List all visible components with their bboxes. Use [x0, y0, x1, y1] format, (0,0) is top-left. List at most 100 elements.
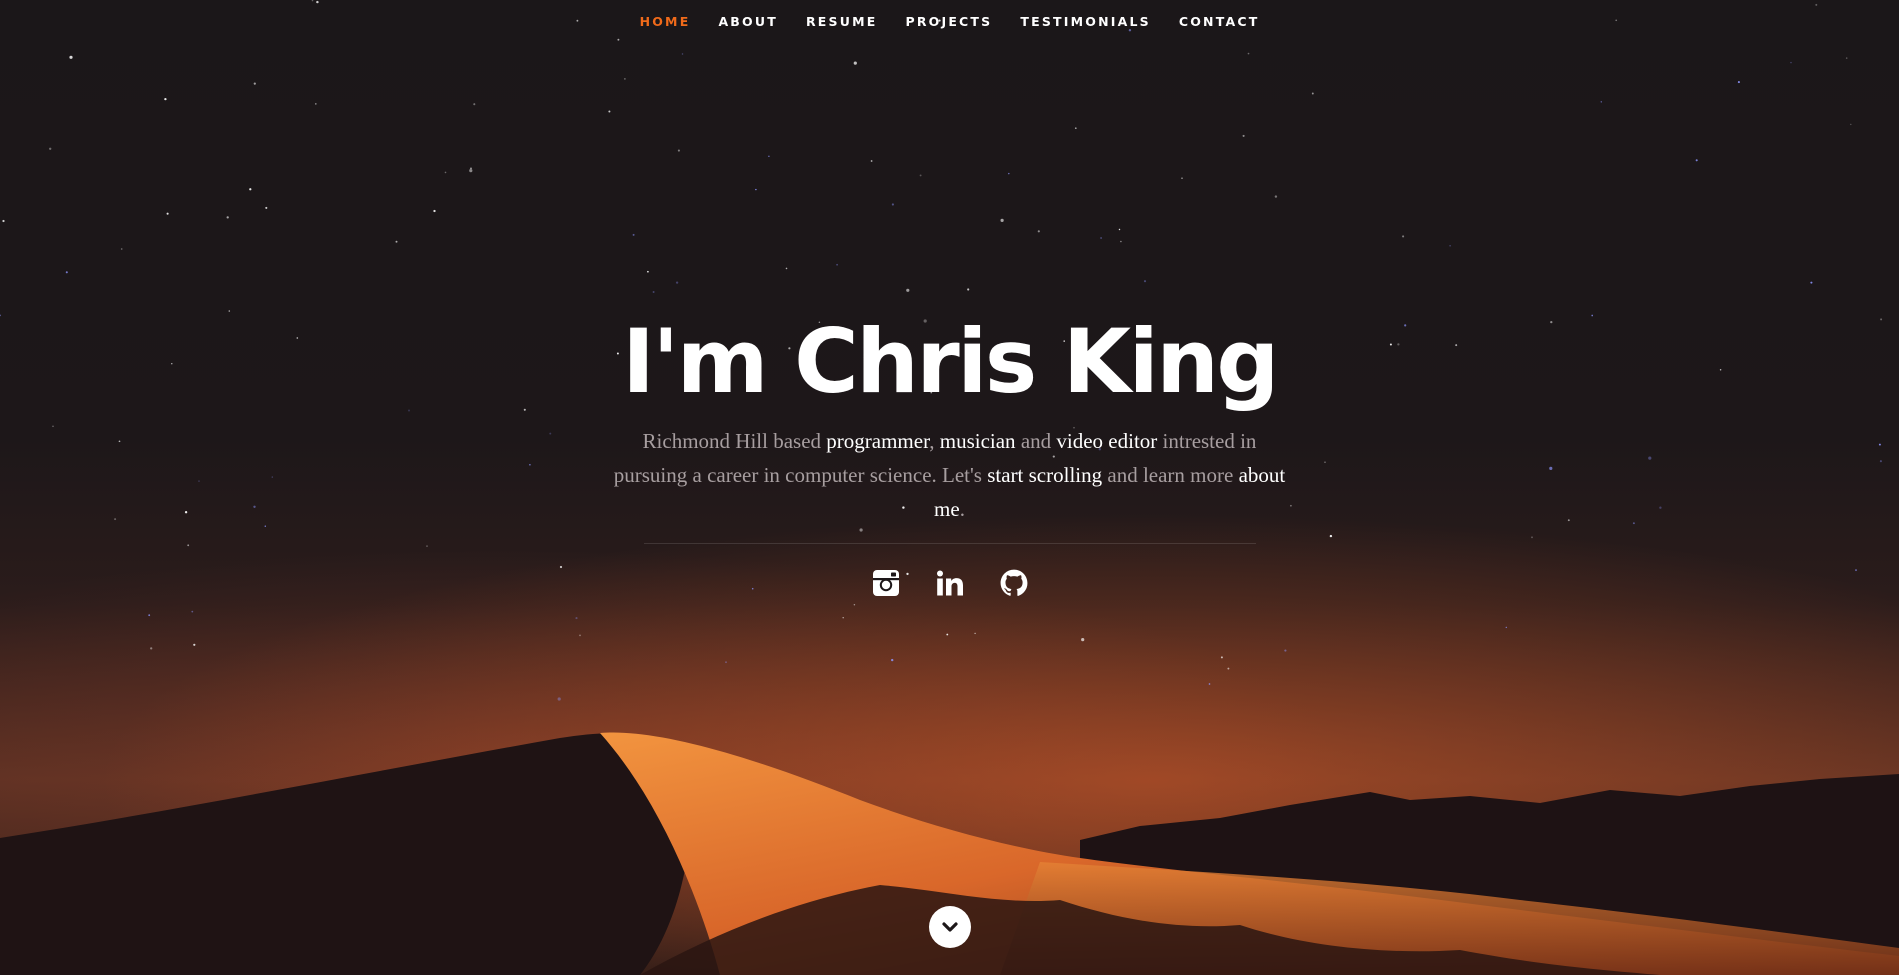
github-link[interactable] [1000, 569, 1028, 597]
star [1208, 683, 1211, 685]
star [1845, 57, 1848, 59]
star [1449, 244, 1451, 247]
tagline-text: and learn more [1102, 463, 1239, 487]
star [1247, 52, 1250, 55]
star [647, 270, 649, 273]
star [1100, 237, 1103, 239]
instagram-link[interactable] [872, 569, 900, 597]
star [191, 610, 194, 613]
tagline-highlight-programmer: programmer [826, 429, 930, 453]
star [470, 167, 472, 170]
social-links [0, 569, 1899, 597]
star [1000, 218, 1004, 222]
star [249, 188, 252, 191]
tagline-text: . [959, 497, 965, 521]
star [608, 110, 611, 113]
star [65, 271, 68, 274]
star [785, 267, 788, 270]
star [226, 216, 229, 219]
nav-item-about[interactable]: ABOUT [718, 14, 778, 29]
star [1120, 240, 1122, 243]
star [946, 633, 949, 636]
page-title: I'm Chris King [622, 310, 1279, 413]
star [1074, 127, 1077, 130]
github-icon [1000, 569, 1027, 596]
nav-item-contact[interactable]: CONTACT [1179, 14, 1260, 29]
star [853, 603, 856, 606]
scroll-down-button[interactable] [929, 906, 971, 948]
star [2, 219, 5, 223]
star [49, 147, 52, 150]
star [1242, 134, 1245, 137]
nav-item-resume[interactable]: RESUME [806, 14, 878, 29]
star [395, 240, 398, 243]
star [1505, 626, 1508, 629]
star [1284, 649, 1287, 652]
star [677, 149, 680, 152]
star [1600, 101, 1603, 103]
star [120, 248, 123, 250]
star [473, 103, 476, 106]
star [891, 203, 894, 206]
star [193, 643, 196, 646]
linkedin-link[interactable] [936, 569, 964, 597]
star [1037, 230, 1040, 233]
star [148, 614, 151, 617]
star [575, 617, 578, 620]
tagline-highlight-start-scrolling: start scrolling [987, 463, 1103, 487]
star [469, 169, 473, 173]
star [164, 97, 167, 101]
star [150, 647, 153, 650]
tagline-text: , [929, 429, 940, 453]
star [1008, 172, 1010, 175]
tagline-text: Richmond Hill based [642, 429, 827, 453]
main-nav: HOME ABOUT RESUME PROJECTS TESTIMONIALS … [0, 0, 1899, 42]
star [1311, 92, 1314, 95]
nav-item-projects[interactable]: PROJECTS [905, 14, 992, 29]
tagline-highlight-video-editor: video editor [1056, 429, 1158, 453]
star [906, 288, 910, 292]
star [853, 61, 857, 65]
nav-item-testimonials[interactable]: TESTIMONIALS [1020, 14, 1150, 29]
star [632, 233, 635, 236]
instagram-icon [872, 570, 899, 596]
banner-divider [643, 543, 1256, 544]
star [870, 160, 873, 162]
star [755, 188, 757, 191]
star [681, 53, 684, 55]
star [836, 263, 838, 266]
star [1118, 228, 1121, 231]
star [1737, 81, 1740, 84]
chevron-down-icon [942, 922, 958, 932]
banner: I'm Chris King Richmond Hill based progr… [0, 312, 1899, 597]
star [433, 209, 436, 213]
star [579, 634, 581, 637]
star [725, 661, 727, 664]
nav-item-home[interactable]: HOME [640, 14, 691, 29]
star [166, 212, 169, 215]
dune-shadow [0, 733, 692, 975]
star [1227, 667, 1230, 670]
tagline-text: and [1015, 429, 1057, 453]
star [624, 78, 626, 80]
star [1274, 195, 1278, 198]
star [652, 291, 655, 293]
star [891, 658, 894, 662]
star [314, 103, 317, 105]
star [1850, 123, 1852, 126]
star [1695, 159, 1698, 162]
star [1181, 177, 1183, 179]
banner-tagline: Richmond Hill based programmer, musician… [605, 424, 1295, 526]
tagline-highlight-musician: musician [939, 429, 1016, 453]
star [1143, 280, 1147, 283]
star [253, 82, 256, 85]
star [1810, 281, 1813, 284]
star [1081, 638, 1085, 642]
star [842, 616, 844, 619]
star [974, 632, 976, 635]
star [967, 288, 970, 291]
star [557, 697, 561, 701]
star [1790, 61, 1792, 64]
star [444, 171, 447, 174]
linkedin-icon [936, 570, 963, 596]
